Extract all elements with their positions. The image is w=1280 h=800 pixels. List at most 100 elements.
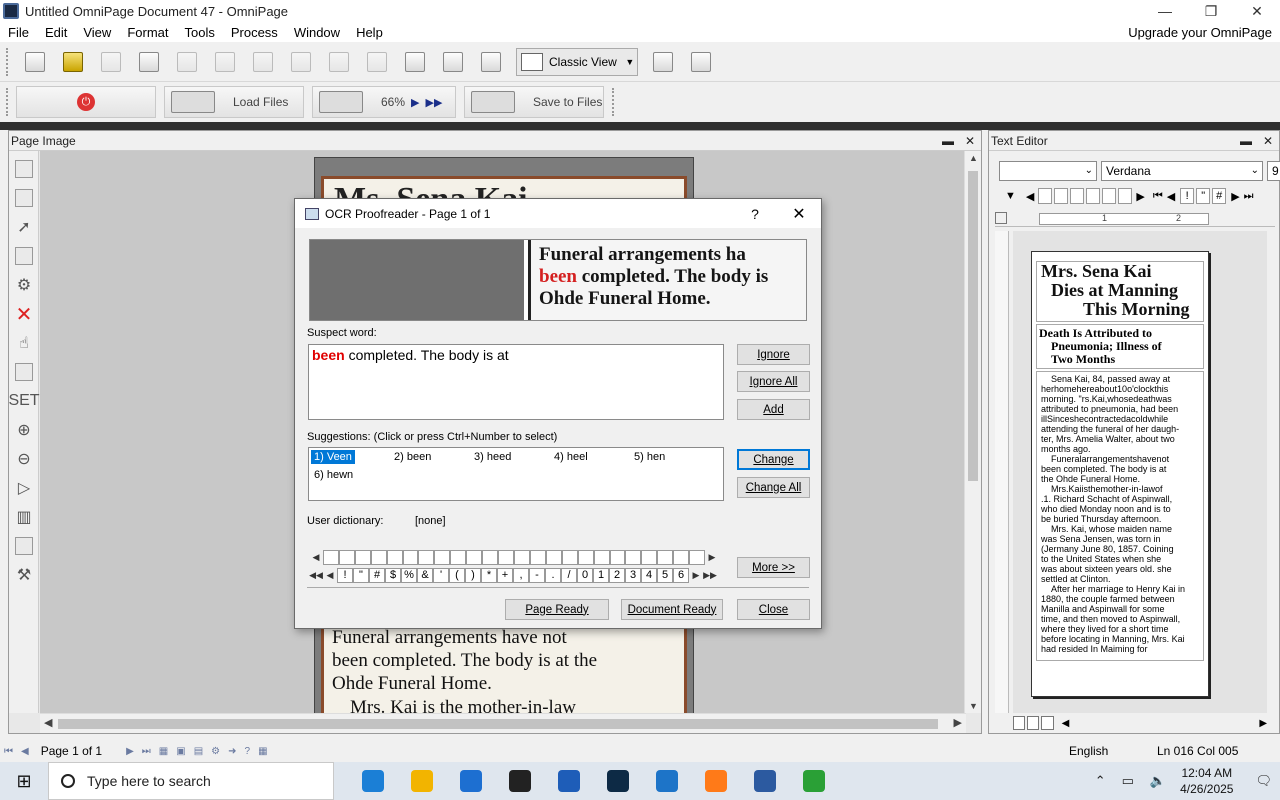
notifications-icon[interactable]: 🗨	[1255, 773, 1272, 789]
settings-button[interactable]	[400, 48, 430, 76]
char-button[interactable]: 1	[593, 567, 609, 583]
char-button[interactable]: 2	[609, 567, 625, 583]
zoom-out-icon[interactable]: ⊖	[12, 448, 36, 470]
load-files-button[interactable]: Load Files	[164, 86, 304, 118]
char-button[interactable]: !	[337, 567, 353, 583]
scroll-left-icon[interactable]: ◀	[1026, 190, 1034, 203]
toolbar-grip[interactable]	[612, 88, 616, 116]
maximize-button[interactable]: ❐	[1188, 0, 1234, 22]
taskbar-app-button[interactable]	[544, 762, 593, 800]
first-page-icon[interactable]: ⏮	[0, 746, 17, 757]
settings-small-icon[interactable]: ⚙	[207, 746, 224, 757]
zone-icon[interactable]	[12, 245, 36, 267]
char-button[interactable]: +	[497, 567, 513, 583]
dialog-close-button[interactable]: ✕	[777, 204, 821, 224]
page-image-horizontal-scrollbar[interactable]: ◀ ▶	[40, 713, 966, 733]
stop-button[interactable]: ⏻	[16, 86, 156, 118]
scroll-right-icon[interactable]: ▶	[705, 552, 719, 563]
save-to-files-button[interactable]: Save to Files	[464, 86, 604, 118]
char-slot[interactable]	[1086, 188, 1101, 204]
char-button[interactable]: #	[369, 567, 385, 583]
ignore-all-button[interactable]: Ignore All	[737, 371, 810, 392]
panel-minimize-button[interactable]: ▬	[937, 134, 959, 148]
char-button[interactable]: $	[385, 567, 401, 583]
layout-list-icon[interactable]	[12, 187, 36, 209]
upgrade-link[interactable]: Upgrade your OmniPage	[1128, 25, 1280, 40]
char-slot[interactable]	[1054, 188, 1069, 204]
char-slot[interactable]	[386, 549, 403, 565]
next-page-icon[interactable]: ▶	[122, 746, 138, 757]
minimize-button[interactable]: —	[1142, 0, 1188, 22]
spell-check-button[interactable]	[172, 48, 202, 76]
properties-icon[interactable]	[12, 535, 36, 557]
add-button[interactable]: Add	[737, 399, 810, 420]
copy-button[interactable]	[248, 48, 278, 76]
suggestion-item[interactable]: 6) hewn	[311, 468, 356, 482]
view-mode-icon[interactable]	[1013, 716, 1026, 730]
export-button[interactable]	[438, 48, 468, 76]
delete-zone-icon[interactable]: ✕	[12, 303, 36, 326]
grid-icon[interactable]: ▦	[254, 746, 271, 757]
first-icon[interactable]: ◀◀	[309, 570, 323, 581]
char-slot[interactable]	[450, 549, 467, 565]
char-slot[interactable]	[689, 549, 706, 565]
toolbar-grip[interactable]	[6, 88, 10, 116]
new-document-button[interactable]	[20, 48, 50, 76]
char-slot[interactable]	[545, 549, 562, 565]
style-dropdown[interactable]: ⌄	[999, 161, 1097, 181]
char-quote[interactable]: "	[1196, 188, 1211, 204]
char-slot[interactable]	[354, 549, 371, 565]
menu-process[interactable]: Process	[223, 25, 286, 40]
char-slot[interactable]	[434, 549, 451, 565]
menu-edit[interactable]: Edit	[37, 25, 75, 40]
flexible-view-icon[interactable]: ▤	[190, 746, 207, 757]
char-button[interactable]: (	[449, 567, 465, 583]
taskbar-app-button[interactable]	[593, 762, 642, 800]
network-icon[interactable]: ▭	[1122, 773, 1134, 789]
zoom-button[interactable]	[476, 48, 506, 76]
scroll-right-icon[interactable]: ▶	[1136, 190, 1144, 203]
char-button[interactable]: '	[433, 567, 449, 583]
next-icon[interactable]: ▶	[689, 570, 703, 581]
taskbar-app-button[interactable]	[446, 762, 495, 800]
suggestion-item[interactable]: 4) heel	[551, 450, 591, 464]
next-icon[interactable]: ▷	[12, 477, 36, 499]
taskbar-app-button[interactable]	[642, 762, 691, 800]
char-slot[interactable]	[370, 549, 387, 565]
char-slot[interactable]	[561, 549, 578, 565]
taskbar-search[interactable]: Type here to search	[48, 762, 334, 800]
two-page-icon[interactable]: ▥	[12, 506, 36, 528]
start-button[interactable]: ⊞	[0, 762, 48, 800]
last-icon[interactable]: ⏭	[1244, 190, 1254, 203]
text-page[interactable]: Mrs. Sena Kai Dies at Manning This Morni…	[1031, 251, 1209, 697]
char-button[interactable]: 0	[577, 567, 593, 583]
panel-close-button[interactable]: ✕	[1257, 134, 1279, 148]
first-icon[interactable]: ⏮	[1153, 190, 1163, 203]
char-slot[interactable]	[641, 549, 658, 565]
suggestion-item[interactable]: 3) heed	[471, 450, 514, 464]
step-end-icon[interactable]: ▶▶	[426, 96, 443, 109]
char-button[interactable]: &	[417, 567, 433, 583]
suggestion-item[interactable]: 5) hen	[631, 450, 668, 464]
char-button[interactable]: 6	[673, 567, 689, 583]
page-ready-button[interactable]: Page Ready	[505, 599, 609, 620]
document-ready-button[interactable]: Document Ready	[621, 599, 723, 620]
dropdown-arrow-icon[interactable]: ▼	[1005, 190, 1016, 202]
prev-page-icon[interactable]: ◀	[17, 746, 33, 757]
template-icon[interactable]	[12, 361, 36, 383]
char-slot[interactable]	[1118, 188, 1133, 204]
more-button[interactable]: More >>	[737, 557, 810, 578]
change-button[interactable]: Change	[737, 449, 810, 470]
tools-icon[interactable]: ⚒	[12, 564, 36, 586]
redo-button[interactable]	[362, 48, 392, 76]
show-hidden-icons-icon[interactable]: ⌃	[1095, 773, 1106, 789]
char-slot[interactable]	[529, 549, 546, 565]
clock[interactable]: 12:04 AM 4/26/2025	[1180, 765, 1233, 797]
last-icon[interactable]: ▶▶	[703, 570, 717, 581]
prev-icon[interactable]: ◀	[323, 570, 337, 581]
char-button[interactable]: "	[353, 567, 369, 583]
char-button[interactable]: %	[401, 567, 417, 583]
taskbar-app-button[interactable]	[740, 762, 789, 800]
taskbar-app-button[interactable]	[789, 762, 838, 800]
menu-tools[interactable]: Tools	[176, 25, 222, 40]
